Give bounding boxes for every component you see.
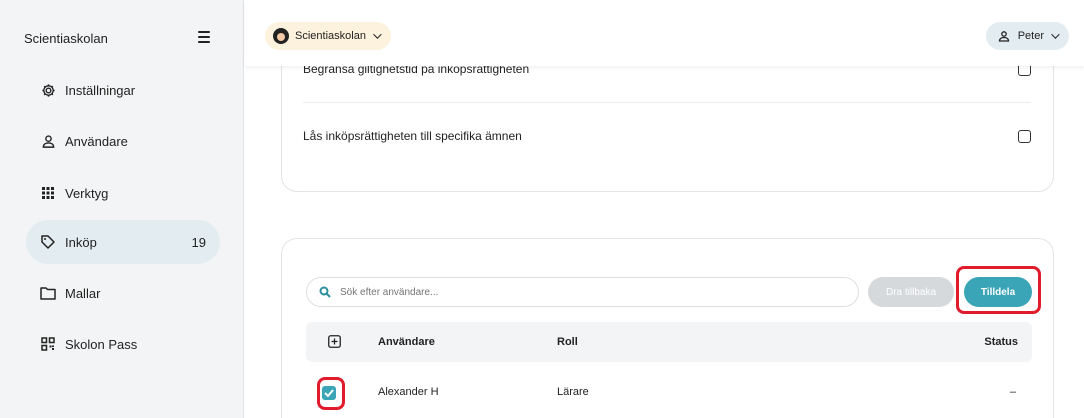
tag-icon: [40, 234, 56, 250]
user-status: –: [1009, 386, 1016, 398]
topbar: Scientiaskolan Peter: [245, 0, 1084, 66]
user-role: Lärare: [557, 386, 589, 398]
sidebar-item-label: Inköp: [65, 234, 97, 250]
hamburger-menu-icon[interactable]: [194, 28, 214, 48]
sidebar-item-anvandare[interactable]: Användare: [26, 119, 220, 163]
column-user[interactable]: Användare: [378, 336, 435, 348]
school-name: Scientiaskolan: [295, 30, 366, 42]
qr-code-icon: [40, 336, 56, 352]
school-avatar-icon: [273, 28, 289, 44]
sidebar: Scientiaskolan Inställningar Användare V…: [0, 0, 244, 418]
sidebar-item-label: Inställningar: [65, 82, 136, 98]
expand-all-icon[interactable]: [328, 335, 341, 348]
sidebar-item-verktyg[interactable]: Verktyg: [26, 171, 220, 215]
table-header: Användare Roll Status: [306, 322, 1032, 362]
user-menu[interactable]: Peter: [985, 22, 1069, 50]
assign-users-card: Dra tillbaka Tilldela Användare Roll Sta…: [281, 238, 1054, 418]
folder-icon: [40, 285, 56, 301]
sidebar-item-installningar[interactable]: Inställningar: [26, 68, 220, 112]
option-label: Lås inköpsrättigheten till specifika ämn…: [303, 129, 522, 143]
sidebar-item-mallar[interactable]: Mallar: [26, 271, 220, 315]
search-field[interactable]: [306, 277, 859, 307]
divider: [303, 102, 1031, 103]
sidebar-item-label: Mallar: [65, 285, 101, 301]
grid-icon: [40, 185, 56, 201]
brand-name: Scientiaskolan: [24, 31, 108, 46]
school-selector[interactable]: Scientiaskolan: [265, 22, 391, 50]
user-name: Peter: [1017, 30, 1044, 42]
column-status[interactable]: Status: [984, 336, 1018, 348]
column-role[interactable]: Roll: [557, 336, 578, 348]
search-icon: [319, 286, 331, 298]
sidebar-item-label: Användare: [65, 133, 128, 149]
chevron-down-icon: [373, 30, 382, 39]
sidebar-item-label: Skolon Pass: [65, 336, 138, 352]
sidebar-item-inkop[interactable]: Inköp 19: [26, 220, 220, 264]
chevron-down-icon: [1051, 30, 1060, 39]
lock-subjects-checkbox[interactable]: [1018, 129, 1031, 143]
search-input[interactable]: [340, 286, 820, 298]
row-checkbox-checked[interactable]: [322, 386, 336, 400]
sidebar-item-skolon-pass[interactable]: Skolon Pass: [26, 322, 220, 366]
sidebar-item-label: Verktyg: [65, 185, 109, 201]
user-name: Alexander H: [378, 386, 439, 398]
gear-icon: [40, 82, 56, 98]
checkmark-icon: [324, 389, 334, 397]
purchase-count-badge: 19: [191, 234, 206, 250]
table-row[interactable]: Alexander H Lärare –: [306, 365, 1032, 405]
option-lock-subjects: Lås inköpsrättigheten till specifika ämn…: [303, 129, 1031, 143]
assign-button[interactable]: Tilldela: [964, 277, 1032, 307]
user-icon: [40, 133, 56, 149]
user-icon: [998, 31, 1009, 42]
return-button[interactable]: Dra tillbaka: [868, 277, 954, 307]
